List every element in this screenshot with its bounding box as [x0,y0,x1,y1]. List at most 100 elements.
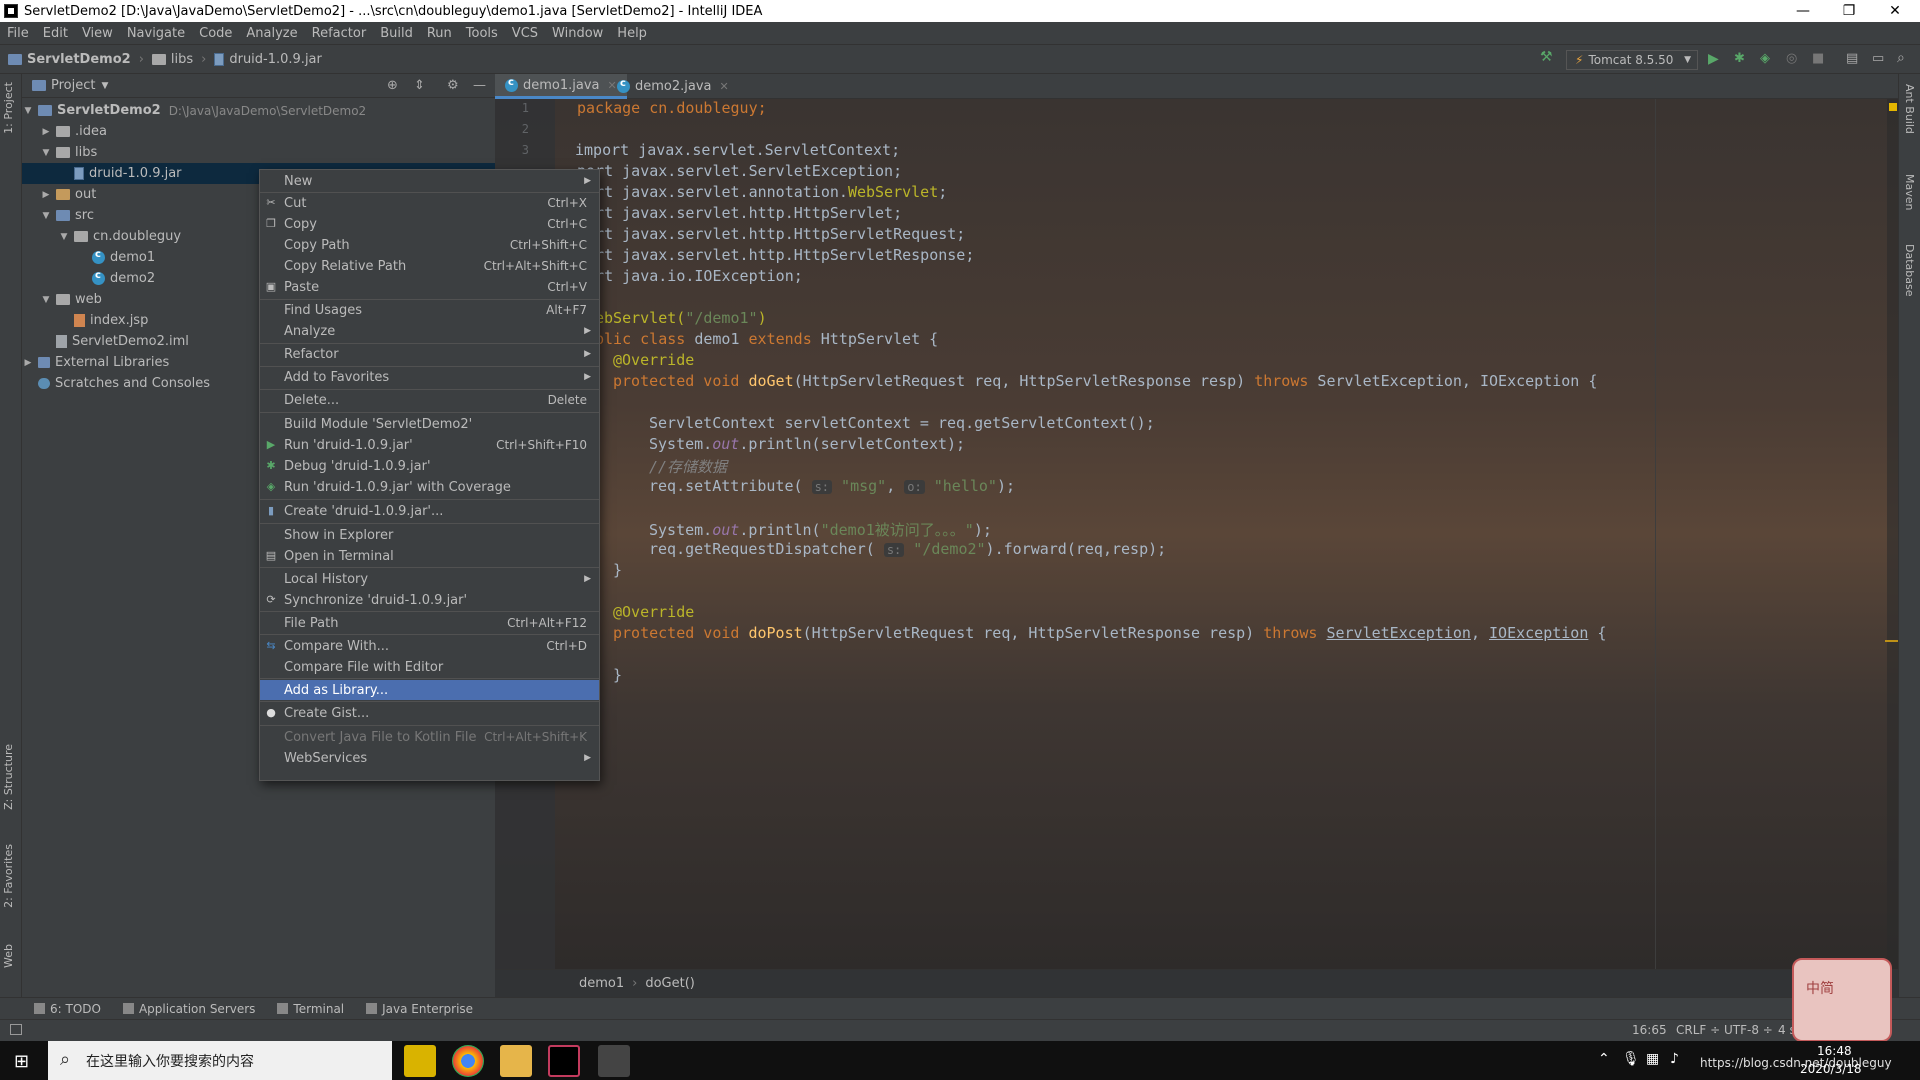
close-window-button[interactable]: ✕ [1872,0,1918,22]
menu-item-add-to-favorites[interactable]: Add to Favorites ▶ [260,367,599,387]
breadcrumb-class[interactable]: demo1 [579,976,624,991]
stop-icon[interactable]: ■ [1812,51,1826,66]
breadcrumb-method[interactable]: doGet() [645,976,695,991]
expand-arrow-icon[interactable]: ▼ [58,232,70,242]
menu-view[interactable]: View [75,26,120,41]
project-view-selector[interactable]: Project [51,78,95,93]
menu-item-delete[interactable]: Delete... Delete [260,390,599,410]
menu-refactor[interactable]: Refactor [305,26,374,41]
breadcrumb-folder[interactable]: libs › [151,52,206,67]
gear-icon[interactable]: ⚙ [447,78,459,93]
menu-item-copy-path[interactable]: Copy Path Ctrl+Shift+C [260,235,599,255]
tree-item-servletdemo2[interactable]: ▼ ServletDemo2 D:\Java\JavaDemo\ServletDem… [22,100,495,121]
menu-item-run-with-coverage[interactable]: ◈ Run 'druid-1.0.9.jar' with Coverage [260,477,599,497]
expand-arrow-icon[interactable]: ▼ [40,148,52,158]
expand-arrow-icon[interactable]: ▼ [40,211,52,221]
menu-item-file-path[interactable]: File Path Ctrl+Alt+F12 [260,613,599,633]
menu-vcs[interactable]: VCS [505,26,545,41]
tool-tab-todo[interactable]: 6: TODO [34,1002,101,1016]
menu-item-add-as-library[interactable]: Add as Library... [260,680,599,700]
coverage-icon[interactable]: ◈ [1760,51,1774,66]
file-explorer-icon[interactable] [500,1045,532,1077]
volume-icon[interactable]: ♪ [1670,1051,1679,1067]
menu-code[interactable]: Code [192,26,239,41]
clock-date[interactable]: 2020/3/18 [1800,1062,1862,1076]
profile-icon[interactable]: ◎ [1786,51,1800,66]
chevron-up-icon[interactable]: ⌃ [1598,1051,1610,1067]
menu-item-compare-with[interactable]: ⇆ Compare With... Ctrl+D [260,636,599,656]
menu-edit[interactable]: Edit [36,26,75,41]
taskbar-app-window-icon[interactable] [598,1045,630,1077]
menu-item-local-history[interactable]: Local History ▶ [260,569,599,589]
menu-item-open-in-terminal[interactable]: ▤ Open in Terminal [260,546,599,566]
search-icon[interactable]: ⌕ [1897,50,1911,66]
menu-item-show-in-explorer[interactable]: Show in Explorer [260,525,599,545]
tree-item-idea[interactable]: ▶ .idea [22,121,495,142]
close-tab-icon[interactable]: ✕ [720,80,729,93]
tool-tab-java-enterprise[interactable]: Java Enterprise [366,1002,473,1016]
expand-arrow-icon[interactable]: ▶ [40,127,52,137]
menu-item-create-gist[interactable]: ● Create Gist... [260,703,599,723]
menu-navigate[interactable]: Navigate [120,26,192,41]
chrome-icon[interactable] [452,1045,484,1077]
debug-icon[interactable]: ✱ [1734,51,1748,66]
menu-item-analyze[interactable]: Analyze ▶ [260,321,599,341]
maximize-button[interactable]: ❐ [1826,0,1872,22]
menu-item-refactor[interactable]: Refactor ▶ [260,344,599,364]
menu-item-build-module[interactable]: Build Module 'ServletDemo2' [260,414,599,434]
tool-tab-structure[interactable]: Z: Structure [2,744,15,810]
expand-arrow-icon[interactable]: ▼ [40,295,52,305]
tool-tab-favorites[interactable]: 2: Favorites [2,844,15,908]
tool-tab-maven[interactable]: Maven [1903,174,1916,210]
menu-item-cut[interactable]: ✂ Cut Ctrl+X [260,193,599,213]
breadcrumb-project[interactable]: ServletDemo2 › [8,52,144,67]
menu-item-synchronize[interactable]: ⟳ Synchronize 'druid-1.0.9.jar' [260,590,599,610]
run-configuration-select[interactable]: ⚡ Tomcat 8.5.50 ▼ [1566,50,1698,70]
menu-run[interactable]: Run [420,26,459,41]
code-editor[interactable]: 1 2 3 package cn.doubleguy; import javax… [495,99,1898,969]
toggle-tool-windows-icon[interactable] [10,1024,22,1035]
menu-item-run[interactable]: ▶ Run 'druid-1.0.9.jar' Ctrl+Shift+F10 [260,435,599,455]
tool-tab-terminal[interactable]: Terminal [277,1002,344,1016]
menu-file[interactable]: File [0,26,36,41]
tool-tab-ant-build[interactable]: Ant Build [1903,84,1916,134]
chevron-down-icon[interactable]: ▼ [101,81,108,91]
project-structure-icon[interactable]: ▤ [1846,51,1860,66]
breadcrumb-file[interactable]: druid-1.0.9.jar [214,52,322,67]
menu-item-copy[interactable]: ❐ Copy Ctrl+C [260,214,599,234]
menu-item-copy-relative-path[interactable]: Copy Relative Path Ctrl+Alt+Shift+C [260,256,599,276]
hide-panel-icon[interactable]: — [473,78,486,93]
expand-arrow-icon[interactable]: ▶ [22,358,34,368]
minimize-button[interactable]: — [1780,0,1826,22]
line-separator[interactable]: CRLF ÷ [1676,1023,1720,1037]
expand-arrow-icon[interactable]: ▶ [40,190,52,200]
microphone-icon[interactable]: 🎙 [1622,1051,1640,1067]
intellij-taskbar-icon[interactable] [548,1045,580,1077]
taskbar-app-notes-icon[interactable] [404,1045,436,1077]
menu-item-debug[interactable]: ✱ Debug 'druid-1.0.9.jar' [260,456,599,476]
menu-item-new[interactable]: New ▶ [260,171,599,191]
menu-build[interactable]: Build [373,26,420,41]
tool-tab-web[interactable]: Web [2,944,15,968]
network-icon[interactable]: ▦ [1646,1051,1659,1067]
tab-demo2-java[interactable]: demo2.java ✕ [607,74,739,99]
caret-position[interactable]: 16:65 [1632,1023,1667,1037]
clock-time[interactable]: 16:48 [1817,1044,1852,1058]
menu-item-create-config[interactable]: ▮ Create 'druid-1.0.9.jar'... [260,501,599,521]
menu-item-paste[interactable]: ▣ Paste Ctrl+V [260,277,599,297]
menu-item-webservices[interactable]: WebServices ▶ [260,748,599,768]
menu-tools[interactable]: Tools [459,26,505,41]
windows-start-icon[interactable]: ⊞ [14,1051,29,1072]
taskbar-search-box[interactable]: ⌕ 在这里输入你要搜索的内容 [48,1041,392,1080]
tool-tab-application-servers[interactable]: Application Servers [122,1002,255,1016]
file-encoding[interactable]: UTF-8 ÷ [1724,1023,1773,1037]
tree-item-libs[interactable]: ▼ libs [22,142,495,163]
menu-item-compare-file-with-editor[interactable]: Compare File with Editor [260,657,599,677]
menu-help[interactable]: Help [610,26,654,41]
build-hammer-icon[interactable]: ⚒ [1540,49,1554,65]
tool-tab-database[interactable]: Database [1903,244,1916,297]
expand-arrow-icon[interactable]: ▼ [22,106,34,116]
menu-analyze[interactable]: Analyze [239,26,304,41]
tool-tab-project[interactable]: 1: Project [2,82,15,134]
layout-icon[interactable]: ▭ [1872,51,1886,66]
